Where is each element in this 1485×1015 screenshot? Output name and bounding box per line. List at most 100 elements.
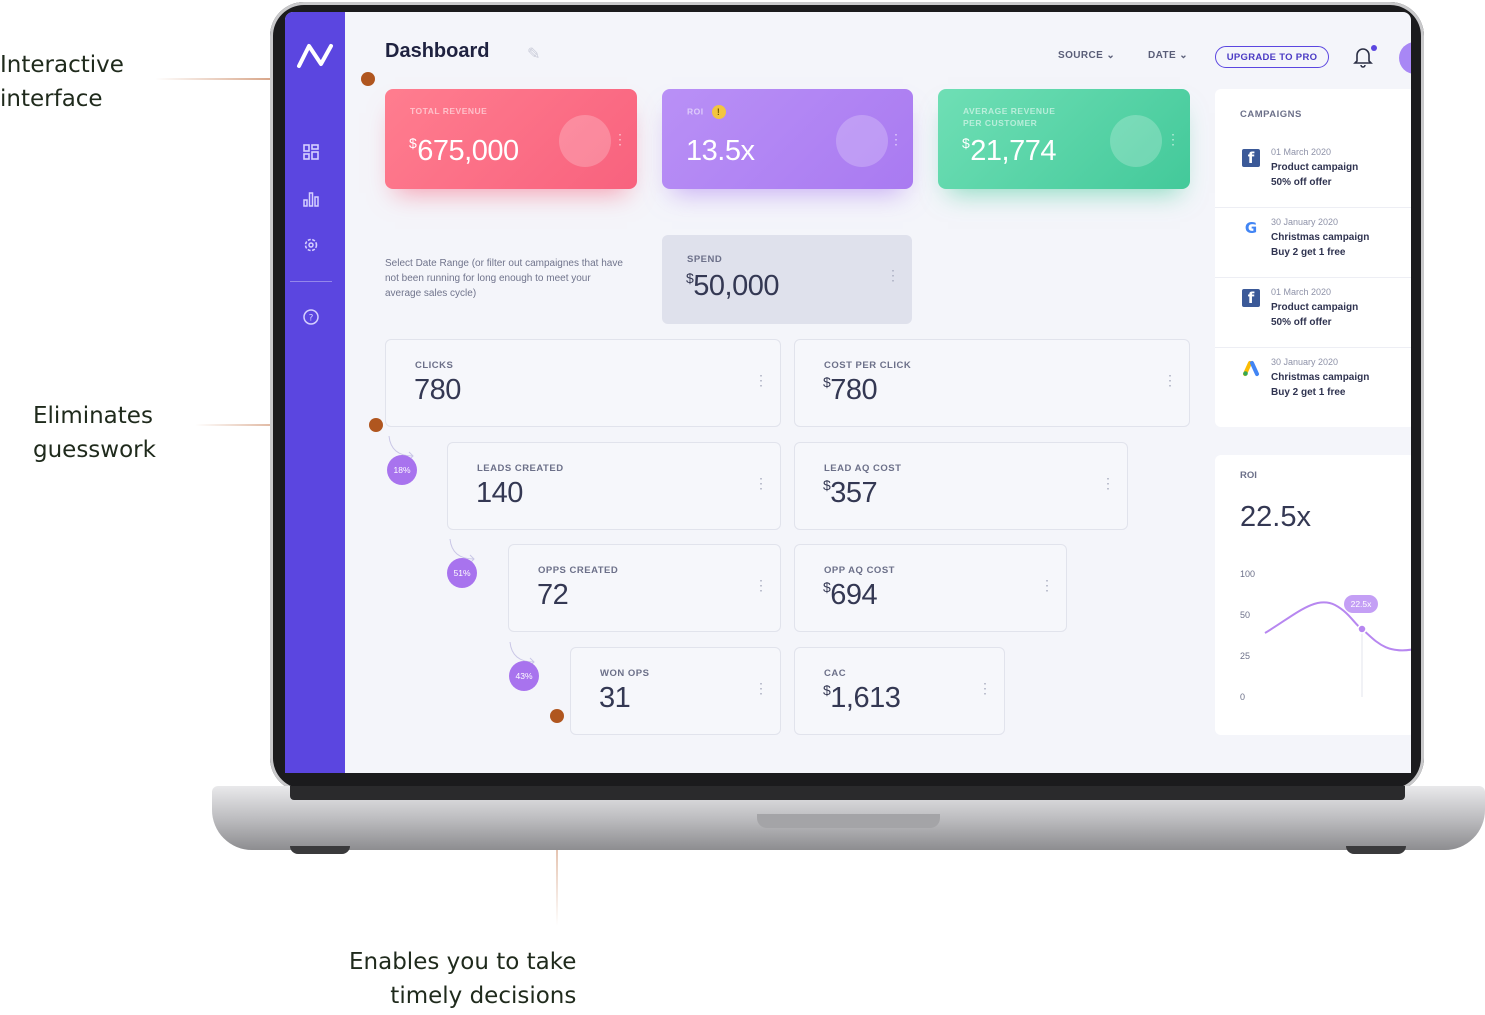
decorative-circle xyxy=(836,115,888,167)
more-options-icon[interactable]: ⋮ xyxy=(754,680,768,697)
more-options-icon[interactable]: ⋮ xyxy=(1163,372,1177,389)
upgrade-button[interactable]: UPGRADE TO PRO xyxy=(1215,46,1329,68)
settings-gear-icon[interactable] xyxy=(301,236,321,256)
roi-panel-value: 22.5x xyxy=(1240,501,1311,533)
avg-revenue-card[interactable]: AVERAGE REVENUE PER CUSTOMER $21,774 ⋮ xyxy=(938,89,1190,189)
more-options-icon[interactable]: ⋮ xyxy=(889,131,903,148)
campaign-item[interactable]: f 01 March 2020 Product campaign 50% off… xyxy=(1215,277,1411,348)
campaign-name: Product campaign xyxy=(1271,302,1359,313)
roi-card[interactable]: ROI! 13.5x ⋮ xyxy=(662,89,913,189)
avg-revenue-value: $21,774 xyxy=(962,135,1056,167)
svg-text:?: ? xyxy=(309,314,314,324)
cac-label: CAC xyxy=(824,668,847,679)
campaign-offer: Buy 2 get 1 free xyxy=(1271,387,1346,398)
won-ops-value: 31 xyxy=(599,682,631,714)
cac-card[interactable]: CAC $1,613 ⋮ xyxy=(794,647,1005,735)
campaign-item[interactable]: f 01 March 2020 Product campaign 50% off… xyxy=(1215,137,1411,208)
cac-value: $1,613 xyxy=(823,682,901,714)
facebook-icon: f xyxy=(1242,289,1260,307)
campaign-date: 30 January 2020 xyxy=(1271,357,1339,367)
conversion-badge: 43% xyxy=(509,661,539,691)
edit-pencil-icon[interactable]: ✎ xyxy=(527,44,540,64)
callout-dot-enables xyxy=(550,709,564,723)
leads-created-card[interactable]: LEADS CREATED 140 ⋮ xyxy=(447,442,781,530)
sidebar: ? xyxy=(285,12,345,773)
more-options-icon[interactable]: ⋮ xyxy=(886,267,900,284)
roi-value: 13.5x xyxy=(686,135,755,167)
notification-bell-icon[interactable] xyxy=(1353,46,1373,73)
opps-created-card[interactable]: OPPS CREATED 72 ⋮ xyxy=(508,544,781,632)
won-ops-label: WON OPS xyxy=(600,668,650,679)
date-filter-label: DATE xyxy=(1148,50,1177,61)
campaign-offer: 50% off offer xyxy=(1271,177,1332,188)
clicks-value: 780 xyxy=(414,374,461,406)
warning-icon[interactable]: ! xyxy=(711,105,726,119)
roi-trend-line xyxy=(1264,601,1411,697)
won-ops-card[interactable]: WON OPS 31 ⋮ xyxy=(570,647,781,735)
google-icon: G xyxy=(1244,219,1258,237)
campaign-offer: Buy 2 get 1 free xyxy=(1271,247,1346,258)
campaign-date: 30 January 2020 xyxy=(1271,217,1339,227)
campaign-name: Christmas campaign xyxy=(1271,232,1370,243)
clicks-card[interactable]: CLICKS 780 ⋮ xyxy=(385,339,781,427)
sidebar-divider xyxy=(290,281,332,282)
conversion-badge: 51% xyxy=(447,558,477,588)
roi-panel: ROI 22.5x 100 50 25 0 22.5x xyxy=(1215,455,1411,735)
more-options-icon[interactable]: ⋮ xyxy=(754,577,768,594)
cost-per-click-value: $780 xyxy=(823,374,878,406)
y-tick-label: 0 xyxy=(1240,692,1246,702)
total-revenue-card[interactable]: TOTAL REVENUE $675,000 ⋮ xyxy=(385,89,637,189)
google-ads-icon xyxy=(1242,359,1260,377)
more-options-icon[interactable]: ⋮ xyxy=(1101,475,1115,492)
total-revenue-value: $675,000 xyxy=(409,135,519,167)
more-options-icon[interactable]: ⋮ xyxy=(978,680,992,697)
opp-aq-cost-card[interactable]: OPP AQ COST $694 ⋮ xyxy=(794,544,1067,632)
help-icon[interactable]: ? xyxy=(301,308,321,328)
bar-chart-icon[interactable] xyxy=(301,190,321,210)
facebook-icon: f xyxy=(1242,149,1260,167)
avg-revenue-label: AVERAGE REVENUE PER CUSTOMER xyxy=(963,106,1056,128)
spend-card[interactable]: SPEND $50,000 ⋮ xyxy=(662,235,912,324)
roi-label: ROI! xyxy=(687,105,726,119)
laptop-notch xyxy=(757,814,940,828)
leads-created-value: 140 xyxy=(476,477,523,509)
opps-created-label: OPPS CREATED xyxy=(538,565,619,576)
page-title: Dashboard xyxy=(385,40,490,62)
callout-dot-eliminates xyxy=(369,418,383,432)
date-filter-dropdown[interactable]: DATE ⌄ xyxy=(1148,50,1188,61)
spend-value: $50,000 xyxy=(686,270,779,302)
roi-panel-label: ROI xyxy=(1240,470,1257,481)
more-options-icon[interactable]: ⋮ xyxy=(1166,131,1180,148)
avatar[interactable] xyxy=(1399,42,1411,74)
campaign-date: 01 March 2020 xyxy=(1271,287,1332,297)
more-options-icon[interactable]: ⋮ xyxy=(754,372,768,389)
logo-icon[interactable] xyxy=(293,38,337,72)
lead-aq-cost-label: LEAD AQ COST xyxy=(824,463,902,474)
campaign-name: Christmas campaign xyxy=(1271,372,1370,383)
campaigns-title: CAMPAIGNS xyxy=(1240,109,1302,120)
decorative-circle xyxy=(559,115,611,167)
source-filter-label: SOURCE xyxy=(1058,50,1104,61)
total-revenue-label: TOTAL REVENUE xyxy=(410,106,488,116)
more-options-icon[interactable]: ⋮ xyxy=(613,131,627,148)
more-options-icon[interactable]: ⋮ xyxy=(754,475,768,492)
campaign-item[interactable]: 30 January 2020 Christmas campaign Buy 2… xyxy=(1215,347,1411,417)
cost-per-click-card[interactable]: COST PER CLICK $780 ⋮ xyxy=(794,339,1190,427)
chevron-down-icon: ⌄ xyxy=(1179,50,1189,61)
laptop-hinge xyxy=(290,786,1405,800)
opp-aq-cost-value: $694 xyxy=(823,579,878,611)
source-filter-dropdown[interactable]: SOURCE ⌄ xyxy=(1058,50,1115,61)
y-tick-label: 100 xyxy=(1240,569,1256,579)
opp-aq-cost-label: OPP AQ COST xyxy=(824,565,895,576)
notification-badge xyxy=(1371,45,1377,51)
leads-created-label: LEADS CREATED xyxy=(477,463,564,474)
dashboard-icon[interactable] xyxy=(301,143,321,163)
callout-enables-decisions: Enables you to take timely decisions xyxy=(349,949,577,1009)
app-screen: ? Dashboard ✎ SOURCE ⌄ DATE ⌄ UPGRADE TO… xyxy=(285,12,1411,773)
campaign-item[interactable]: G 30 January 2020 Christmas campaign Buy… xyxy=(1215,207,1411,278)
lead-aq-cost-card[interactable]: LEAD AQ COST $357 ⋮ xyxy=(794,442,1128,530)
lead-aq-cost-value: $357 xyxy=(823,477,878,509)
more-options-icon[interactable]: ⋮ xyxy=(1040,577,1054,594)
chevron-down-icon: ⌄ xyxy=(1106,50,1116,61)
spend-label: SPEND xyxy=(687,254,723,265)
